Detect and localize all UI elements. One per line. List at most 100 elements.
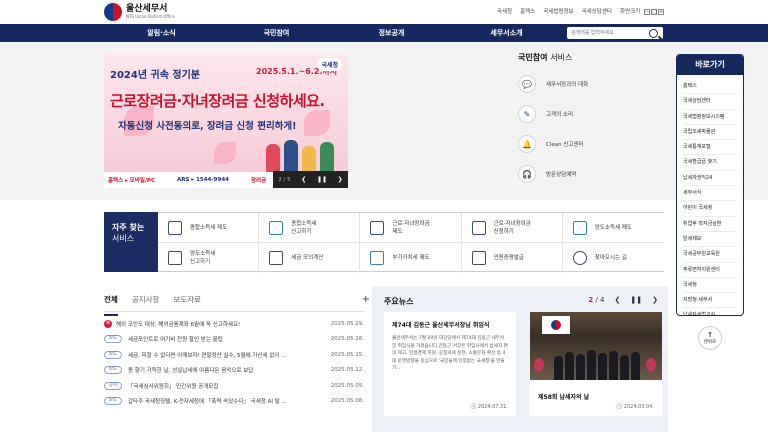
quick-link-item[interactable]: 주류면허지원센터 — [683, 263, 738, 278]
search-box — [567, 27, 663, 39]
participation-item-dialogue[interactable]: 💬 세무서장과의 대화 — [518, 75, 668, 93]
participation-item-clean[interactable]: 🔔 Clean 신고센터 — [518, 135, 668, 153]
banner-badge: 국세청 — [317, 58, 342, 71]
news-card-title: 제74대 김동근 울산세무서장님 취임식 — [392, 322, 490, 329]
news-prev-button[interactable]: ❮ — [615, 296, 621, 304]
quick-link-item[interactable]: 국세청 — [683, 278, 738, 294]
frequent-services-grid: 종합소득세 제도 종합소득세 신고하기 근로·자녀장려금 제도 근로·자녀장려금 신청… — [158, 212, 664, 273]
util-link-hometax[interactable]: 홈택스 — [520, 7, 535, 15]
quick-link-item[interactable]: 국세공무원교육원 — [683, 247, 738, 263]
zoom-out-button[interactable]: − — [644, 9, 650, 15]
search-icon[interactable] — [649, 28, 658, 38]
quick-link-item[interactable]: 세무서식 — [683, 186, 738, 202]
tab-all[interactable]: 전체 — [104, 294, 118, 316]
participation-label: Clean 신고센터 — [546, 142, 584, 148]
notice-more-button[interactable]: + — [362, 294, 370, 305]
participation-item-visit[interactable]: 🎧 방문상담예약 — [518, 165, 668, 183]
util-screen-size: 화면크기 − □ + — [620, 7, 664, 15]
notice-date: 2025.05.28. — [330, 336, 364, 343]
frequent-service-item[interactable]: 양도소득세 신고하기 — [158, 243, 260, 273]
nav-disclosure[interactable]: 정보공개 — [334, 24, 449, 42]
frequent-service-item[interactable]: 종합소득세 신고하기 — [259, 213, 361, 243]
quick-link-item[interactable]: 국세통계포털 — [683, 140, 738, 156]
flag-image — [542, 316, 570, 334]
util-link-nts[interactable]: 국세청 — [497, 7, 512, 15]
notice-row[interactable]: N 해외 코인도 대상, 해외금융계좌 6월에 꼭 신고하세요! 2025.05.2… — [104, 316, 364, 332]
logo-title: 울산세무서 — [126, 4, 168, 14]
flower-decoration — [646, 358, 656, 372]
quick-link-item[interactable]: 취업후 학자금상환 — [683, 217, 738, 232]
news-page-indicator: 2 / 4 — [588, 296, 605, 304]
nts-emblem-icon — [104, 3, 122, 21]
quick-link-item[interactable]: 국세환급금 찾기 — [683, 155, 738, 171]
participation-label: 방문상담예약 — [546, 172, 577, 178]
frequent-service-item[interactable]: 근로·자녀장려금 제도 — [360, 213, 462, 243]
participation-label: 세무서장과의 대화 — [546, 82, 589, 88]
news-next-button[interactable]: ❯ — [652, 296, 658, 304]
banner-next-button[interactable]: ❯ — [338, 176, 343, 183]
quick-link-item[interactable]: 탈세제보 — [683, 232, 738, 248]
quick-links-panel: 바로가기 홈택스 국세상담센터 국세법령정보시스템 국립조세박물관 국세통계포털 국세환급… — [676, 54, 744, 316]
frequent-service-item[interactable]: 종합소득세 제도 — [158, 213, 260, 243]
quick-link-item[interactable]: 홈택스 — [683, 79, 738, 95]
tab-press[interactable]: 보도자료 — [173, 294, 201, 311]
news-card[interactable]: 제58회 납세자의 날 🕓 2024.03.04. — [530, 312, 662, 416]
participation-item-voice[interactable]: ✎ 고객의 소리 — [518, 105, 668, 123]
frequent-services: 자주 찾는 서비스 종합소득세 제도 종합소득세 신고하기 근로·자녀장려금 제도 근… — [104, 212, 664, 273]
quick-link-item[interactable]: 납세자세법교실 — [683, 308, 738, 315]
quick-link-item[interactable]: 어린이 국세청 — [683, 201, 738, 217]
petal-decoration — [214, 142, 236, 164]
frequent-service-item[interactable]: 부가가치세 제도 — [360, 243, 462, 273]
notice-board: 전체 공지사항 보도자료 + N 해외 코인도 대상, 해외금융계좌 6월에 꼭 … — [104, 294, 370, 410]
notice-row[interactable]: 공지 「국세심사위원회」 민간위원 공개모집 2025.05.09. — [104, 378, 364, 394]
frequent-services-title: 자주 찾는 서비스 — [104, 212, 158, 272]
site-logo[interactable]: 울산세무서 NTS Ulsan District Office — [104, 3, 175, 21]
news-card-title: 제58회 납세자의 날 — [538, 394, 590, 401]
quick-link-item[interactable]: 납세자권익24 — [683, 171, 738, 187]
notice-row[interactable]: 보도 세금포인트로 여기비 천원 할인 받는 꿀팁 2025.05.28. — [104, 332, 364, 348]
notice-tabs: 전체 공지사항 보도자료 + — [104, 294, 370, 316]
banner-subline: 자동신청 사전동의로, 장려금 신청 편리하게! — [118, 121, 297, 132]
banner-pause-button[interactable]: ❚❚ — [317, 176, 327, 183]
util-link-counsel[interactable]: 국세상담센터 — [582, 7, 612, 15]
petal-decoration — [304, 110, 330, 136]
zoom-reset-button[interactable]: □ — [651, 9, 657, 15]
nav-about[interactable]: 세무서소개 — [449, 24, 564, 42]
tab-notices[interactable]: 공지사항 — [132, 294, 160, 311]
notice-row[interactable]: 보도 갑타주 국세청징텔, K-전자세청에 「폭력 속았수다」 국세청 AI 탈 … — [104, 394, 364, 410]
utility-links: 국세청 홈택스 국세법령정보 국세상담센터 화면크기 − □ + — [497, 7, 664, 15]
frequent-service-item[interactable]: 세금 모의계산 — [259, 243, 361, 273]
frequent-service-item[interactable]: 양도소득세 제도 — [562, 213, 664, 243]
nav-participation[interactable]: 국민참여 — [219, 24, 334, 42]
news-pause-button[interactable]: ❚❚ — [630, 296, 642, 304]
frequent-service-label: 양도소득세 제도 — [594, 224, 632, 231]
banner-prev-button[interactable]: ❮ — [301, 176, 306, 183]
quick-links-title: 바로가기 — [677, 55, 743, 75]
quick-link-item[interactable]: 국세상담센터 — [683, 94, 738, 110]
frequent-service-item[interactable]: 찾아오시는 길 — [563, 243, 664, 273]
notice-date: 2025.05.09. — [330, 382, 364, 389]
frequent-service-item[interactable]: 근로·자녀장려금 신청하기 — [461, 213, 563, 243]
main-banner[interactable]: 2024년 귀속 정기분 2025.5.1.~6.2.까지 국세청 근로장려금·… — [104, 54, 348, 188]
util-link-law[interactable]: 국세법령정보 — [543, 7, 573, 15]
search-input[interactable] — [567, 28, 649, 38]
service-icon — [269, 220, 284, 235]
notice-title: 세금, 피할 수 없다면 어깨보자! 연말정산 실수, 5월에 가산세 없이 .… — [128, 352, 287, 359]
zoom-in-button[interactable]: + — [658, 9, 664, 15]
quick-link-item[interactable]: 지방청·세무서 — [683, 293, 738, 309]
banner-ars: ARS ▸ 1544-9944 — [177, 177, 229, 183]
news-card[interactable]: 제74대 김동근 울산세무서장님 취임식 울산세무서는 7월 29일 대강당에서… — [384, 312, 516, 416]
notice-row[interactable]: 보도 봄 향기 가득한 날, 성실납세에 아름다운 음악으로 보답 2025.05.… — [104, 363, 364, 379]
nav-news[interactable]: 알림·소식 — [104, 24, 219, 42]
scroll-top-button[interactable]: ↑ 맨위로 — [698, 326, 722, 350]
frequent-service-label: 종합소득세 제도 — [190, 224, 228, 231]
participation-title: 국민참여 서비스 — [518, 53, 573, 62]
frequent-service-item[interactable]: 민원증명발급 — [462, 243, 563, 273]
screen-size-label: 화면크기 — [620, 9, 641, 15]
quick-link-item[interactable]: 국립조세박물관 — [683, 125, 738, 141]
quick-links-list: 홈택스 국세상담센터 국세법령정보시스템 국립조세박물관 국세통계포털 국세환급금 찾기 납… — [677, 75, 743, 315]
notice-date: 2025.05.08. — [330, 398, 364, 405]
page: 울산세무서 NTS Ulsan District Office 국세청 홈택스 … — [0, 0, 768, 432]
notice-row[interactable]: 보도 세금, 피할 수 없다면 어깨보자! 연말정산 실수, 5월에 가산세 없이… — [104, 347, 364, 363]
quick-link-item[interactable]: 국세법령정보시스템 — [683, 110, 738, 125]
